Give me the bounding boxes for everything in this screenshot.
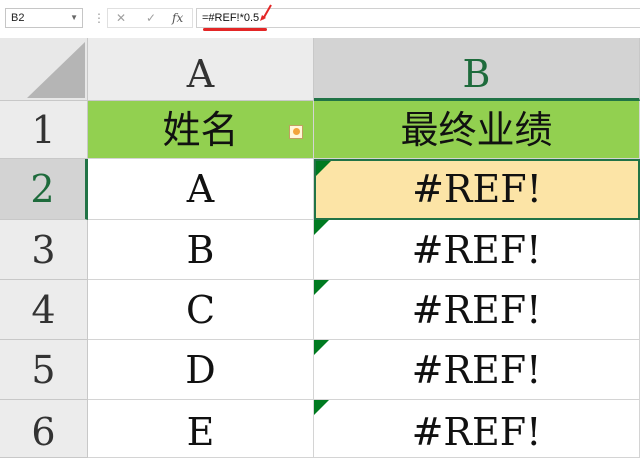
error-indicator	[314, 220, 329, 235]
more-options-icon: ⋮	[93, 11, 105, 25]
row-header-2[interactable]: 2	[0, 159, 88, 220]
spreadsheet-grid: A B 1 姓名 最终业绩 2 A #REF! 3 B #REF! 4 C #R…	[0, 38, 640, 458]
chevron-down-icon[interactable]: ▼	[70, 9, 78, 27]
cell-b4[interactable]: #REF!	[314, 280, 640, 340]
cancel-icon[interactable]: ✕	[116, 9, 126, 27]
cell-b3[interactable]: #REF!	[314, 220, 640, 280]
column-header-b[interactable]: B	[314, 38, 640, 101]
row-header-3[interactable]: 3	[0, 220, 88, 280]
row-header-5[interactable]: 5	[0, 340, 88, 400]
error-warning-icon[interactable]	[289, 125, 303, 139]
error-indicator	[314, 340, 329, 355]
cell-a5[interactable]: D	[88, 340, 314, 400]
cell-b3-value: #REF!	[411, 228, 542, 272]
cell-a2[interactable]: A	[88, 159, 314, 220]
error-indicator	[314, 400, 329, 415]
formula-buttons: ✕ ✓ fx	[107, 8, 193, 28]
cell-b2-value: #REF!	[412, 167, 542, 211]
select-all-triangle-icon	[27, 42, 85, 98]
cell-b6-value: #REF!	[411, 410, 542, 454]
cell-b1[interactable]: 最终业绩	[314, 101, 640, 159]
cell-b5-value: #REF!	[411, 348, 542, 392]
cell-a1[interactable]: 姓名	[88, 101, 314, 159]
error-indicator	[314, 280, 329, 295]
annotation-underline	[203, 28, 267, 31]
cell-b2[interactable]: #REF!	[314, 159, 640, 220]
select-all-button[interactable]	[0, 38, 88, 101]
formula-bar: B2 ▼ ⋮ ✕ ✓ fx =#REF!*0.5	[0, 0, 640, 39]
cell-b4-value: #REF!	[411, 288, 542, 332]
name-box-value: B2	[11, 12, 25, 24]
formula-text: =#REF!*0.5	[202, 12, 260, 24]
column-header-a[interactable]: A	[88, 38, 314, 101]
cell-a3[interactable]: B	[88, 220, 314, 280]
error-indicator	[316, 161, 331, 176]
name-box[interactable]: B2 ▼	[5, 8, 83, 28]
cell-b6[interactable]: #REF!	[314, 400, 640, 458]
cell-a6[interactable]: E	[88, 400, 314, 458]
insert-function-icon[interactable]: fx	[172, 9, 183, 27]
annotation-arrow-icon	[260, 4, 272, 21]
cell-a4[interactable]: C	[88, 280, 314, 340]
enter-icon[interactable]: ✓	[146, 9, 156, 27]
cell-b5[interactable]: #REF!	[314, 340, 640, 400]
row-header-6[interactable]: 6	[0, 400, 88, 458]
row-header-4[interactable]: 4	[0, 280, 88, 340]
row-header-1[interactable]: 1	[0, 101, 88, 159]
